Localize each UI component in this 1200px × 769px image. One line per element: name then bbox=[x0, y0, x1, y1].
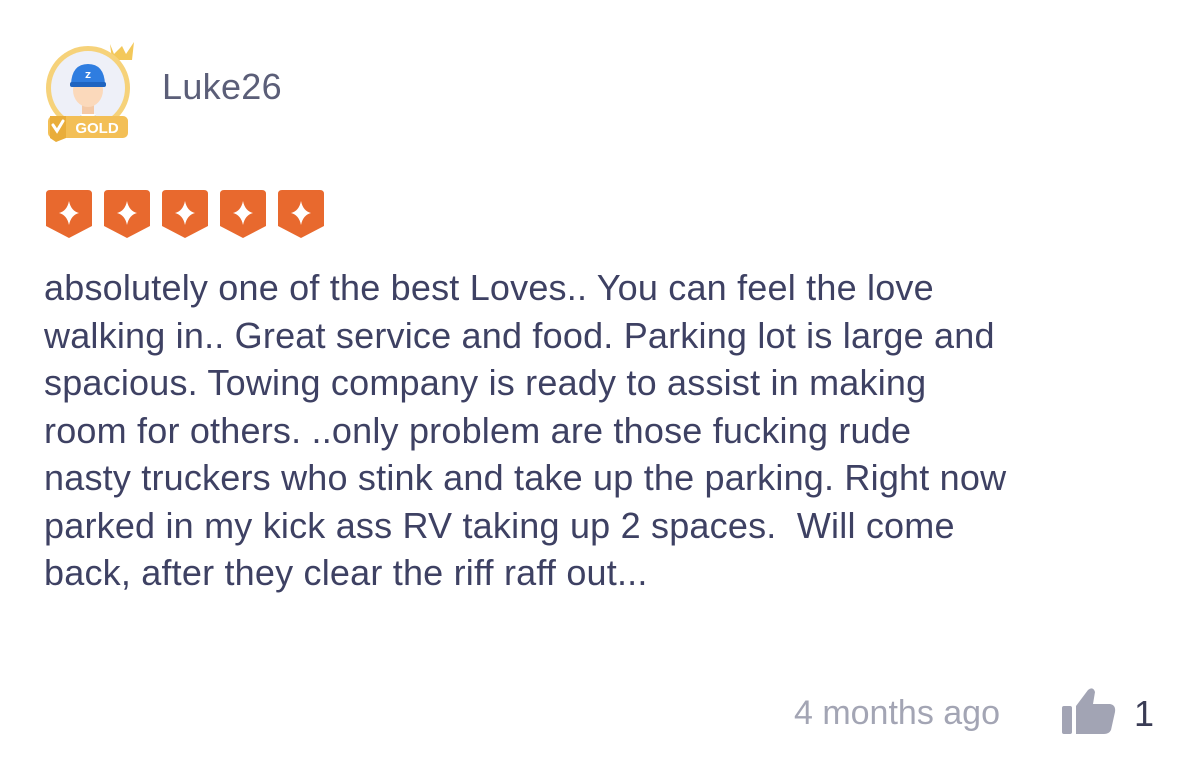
review-timestamp: 4 months ago bbox=[793, 694, 1000, 732]
star-icon bbox=[278, 190, 324, 238]
avatar[interactable]: Z GOLD bbox=[42, 30, 140, 142]
badge-label: GOLD bbox=[75, 120, 118, 137]
star-icon bbox=[46, 190, 92, 238]
rating bbox=[44, 188, 326, 240]
avatar-icon: Z GOLD bbox=[46, 42, 134, 142]
svg-text:Z: Z bbox=[85, 71, 91, 80]
like-button[interactable] bbox=[1060, 686, 1118, 736]
star-icon bbox=[220, 190, 266, 238]
username[interactable]: Luke26 bbox=[162, 66, 282, 108]
star-icon bbox=[162, 190, 208, 238]
gold-badge-icon: GOLD bbox=[48, 116, 128, 142]
like-count: 1 bbox=[1134, 693, 1155, 734]
review-card: Z GOLD Luke26 absolutely one of the best… bbox=[0, 0, 1200, 769]
review-body: absolutely one of the best Loves.. You c… bbox=[44, 267, 1007, 593]
thumbs-up-icon bbox=[1062, 688, 1116, 734]
star-icon bbox=[104, 190, 150, 238]
